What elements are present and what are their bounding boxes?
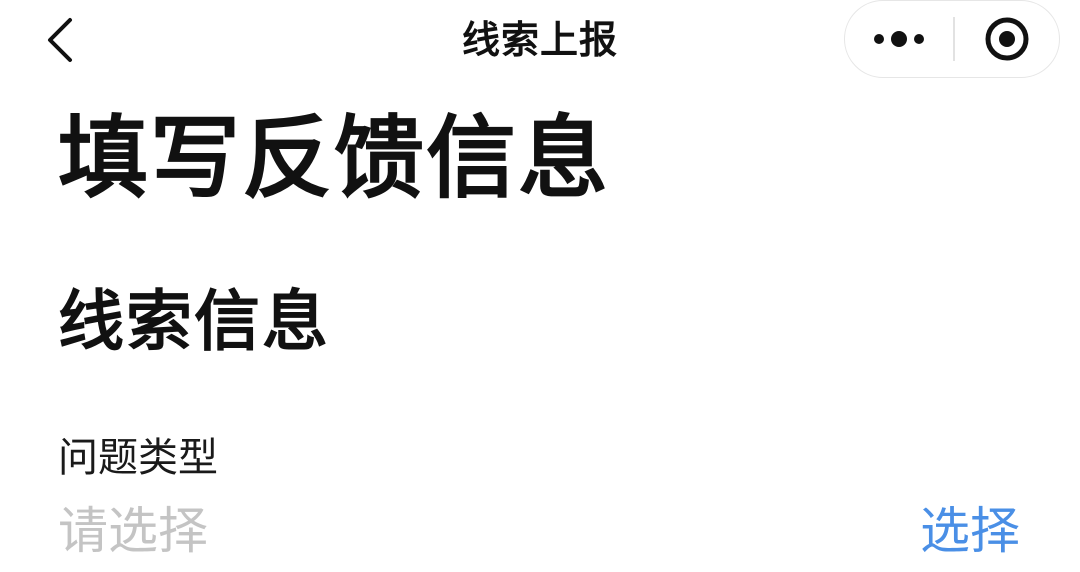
more-button[interactable] — [845, 0, 953, 78]
mini-program-capsule — [844, 0, 1060, 78]
close-mini-program-button[interactable] — [955, 0, 1059, 78]
problem-type-field[interactable]: 请选择 选择 — [58, 498, 1024, 568]
navigation-bar: 线索上报 — [0, 0, 1080, 80]
select-button[interactable]: 选择 — [920, 498, 1020, 564]
problem-type-placeholder: 请选择 — [58, 502, 208, 560]
page: 线索上报 填写反馈信息 线索信息 问题类型 请选择 选择 — [0, 0, 1080, 572]
page-title: 填写反馈信息 — [58, 106, 610, 211]
section-title: 线索信息 — [58, 283, 330, 360]
target-circle-icon — [985, 17, 1029, 61]
more-dots-icon — [874, 31, 924, 47]
problem-type-label: 问题类型 — [58, 435, 218, 481]
